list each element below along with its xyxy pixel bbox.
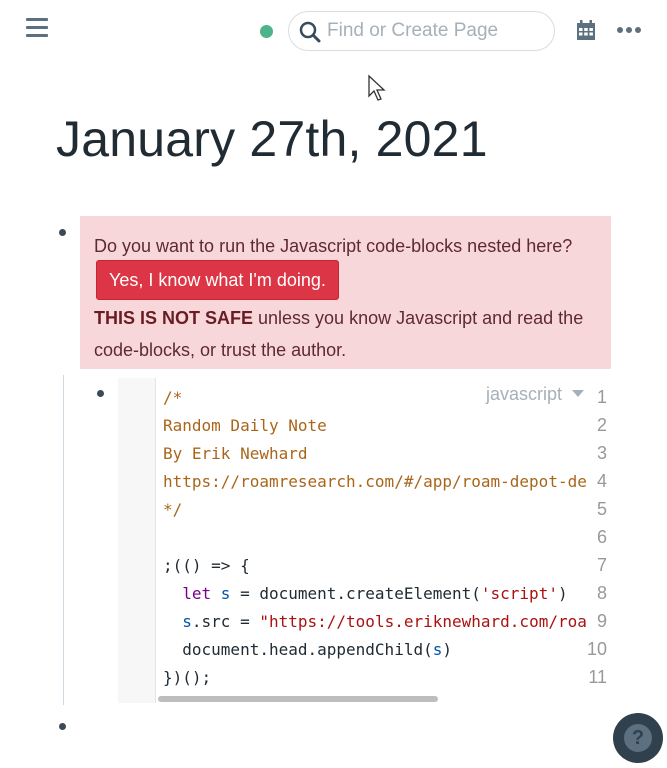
code-text: = document.createElement( xyxy=(230,584,481,603)
line-number-gutter xyxy=(118,378,156,703)
code-line[interactable]: })(); xyxy=(163,668,211,687)
code-variable: s xyxy=(432,640,443,659)
code-line[interactable]: */ xyxy=(163,500,182,519)
line-number: 11 xyxy=(588,667,607,687)
sync-status-icon xyxy=(260,25,273,38)
warning-text: Do you want to run the Javascript code-b… xyxy=(94,236,573,256)
code-block[interactable]: 1 2 3 4 5 6 7 8 9 10 11 /* Random Daily … xyxy=(118,378,611,703)
search-icon xyxy=(299,21,321,43)
code-line[interactable]: Random Daily Note xyxy=(163,416,327,435)
unsafe-code-warning: Do you want to run the Javascript code-b… xyxy=(80,216,611,369)
nested-block-line xyxy=(63,375,64,705)
topbar xyxy=(0,0,667,62)
warning-bold-text: THIS IS NOT SAFE xyxy=(94,308,254,328)
code-line[interactable]: s.src = "https://tools.eriknewhard.com/r… xyxy=(163,612,587,631)
search-input[interactable] xyxy=(327,18,547,44)
code-variable: s xyxy=(182,612,192,631)
code-line[interactable]: /* xyxy=(163,388,182,407)
help-button[interactable]: ? xyxy=(613,713,663,763)
line-number: 10 xyxy=(586,639,607,659)
mouse-cursor-icon xyxy=(368,74,386,101)
code-text: ) xyxy=(557,584,568,603)
page-title: January 27th, 2021 xyxy=(56,111,488,167)
code-keyword: let xyxy=(182,584,212,603)
horizontal-scrollbar[interactable] xyxy=(158,696,438,702)
language-label: javascript xyxy=(486,384,563,404)
code-line[interactable]: let s = document.createElement('script') xyxy=(163,584,568,603)
code-text: document.head.appendChild( xyxy=(163,640,433,659)
code-text: ) xyxy=(442,640,452,659)
block-bullet[interactable] xyxy=(59,229,66,236)
menu-icon[interactable] xyxy=(24,18,50,42)
block-bullet[interactable] xyxy=(97,390,104,397)
chevron-down-icon xyxy=(572,389,585,397)
more-icon[interactable] xyxy=(617,27,643,37)
code-line[interactable]: https://roamresearch.com/#/app/roam-depo… xyxy=(163,472,587,491)
line-number: 7 xyxy=(596,555,607,575)
code-line[interactable]: document.head.appendChild(s) xyxy=(163,640,452,659)
search-box[interactable] xyxy=(288,11,555,51)
confirm-run-button[interactable]: Yes, I know what I'm doing. xyxy=(96,260,339,300)
code-string: "https://tools.eriknewhard.com/roa xyxy=(259,612,587,631)
code-string: 'script' xyxy=(480,584,558,603)
line-number: 8 xyxy=(596,583,607,603)
calendar-icon[interactable] xyxy=(575,19,599,43)
help-icon: ? xyxy=(624,724,652,752)
line-number: 5 xyxy=(596,499,607,519)
line-number: 6 xyxy=(596,527,607,547)
code-variable: s xyxy=(211,584,231,603)
code-line[interactable]: ;(() => { xyxy=(163,556,250,575)
line-number: 2 xyxy=(596,415,607,435)
line-number: 3 xyxy=(596,443,607,463)
language-selector[interactable]: javascript xyxy=(486,384,585,405)
block-bullet[interactable] xyxy=(59,723,66,730)
code-line[interactable]: By Erik Newhard xyxy=(163,444,308,463)
code-text: .src = xyxy=(191,612,260,631)
